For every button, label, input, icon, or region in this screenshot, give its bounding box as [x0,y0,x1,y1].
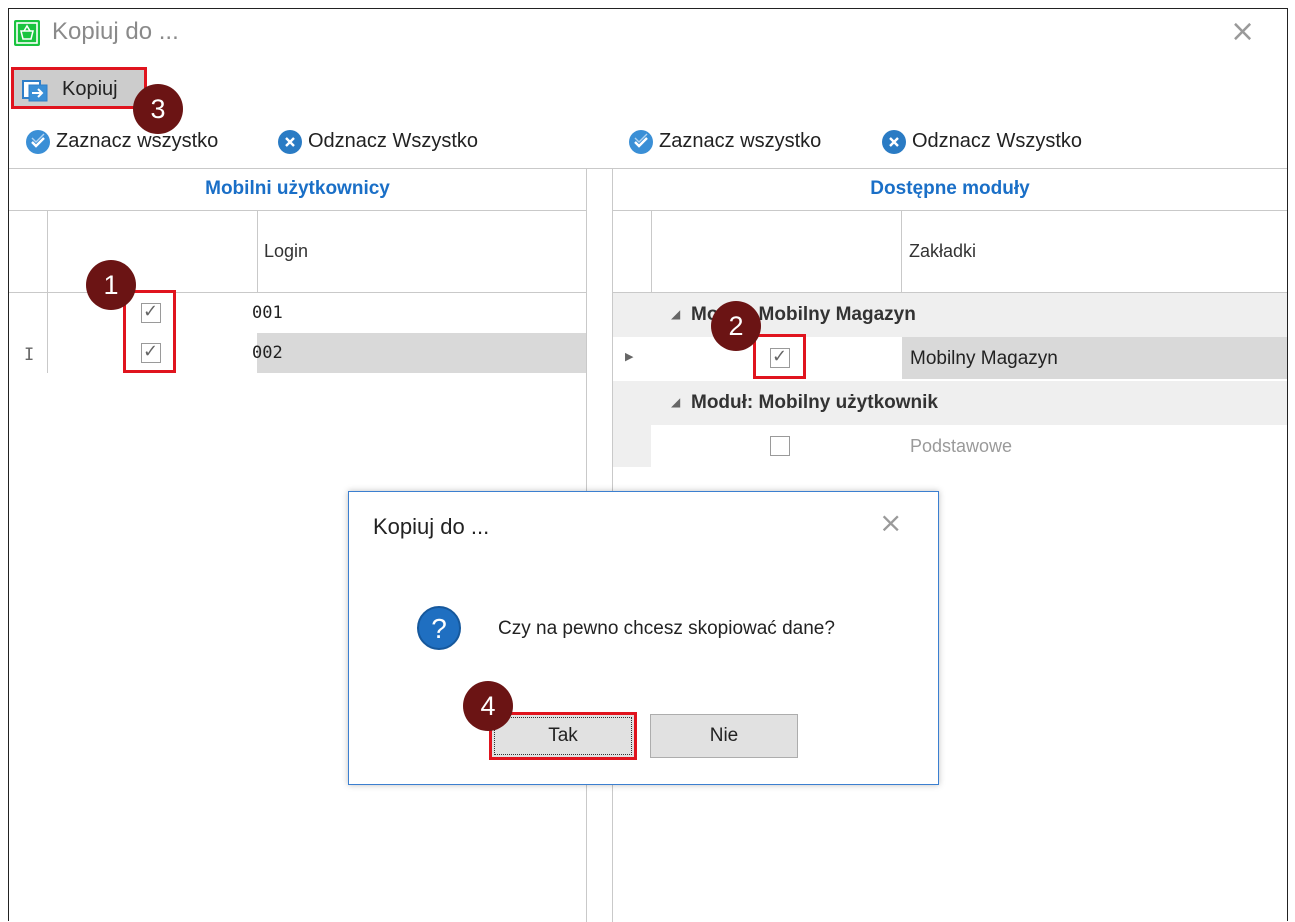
grid-divider [901,210,902,292]
check-circle-icon [629,129,653,154]
highlight-box-module [753,334,806,379]
question-icon: ? [416,605,462,651]
copy-to-icon [22,78,48,102]
module-name: Mobilny Magazyn [910,348,1058,369]
list-item[interactable]: ▶ ✓ Mobilny Magazyn [613,337,1287,379]
title-bar: Kopiuj do ... × [10,10,1288,58]
step-badge-4: 4 [463,681,513,731]
right-deselect-all-button[interactable]: Odznacz Wszystko [882,127,1082,155]
x-circle-icon [278,129,302,154]
copy-button[interactable]: Kopiuj [11,67,147,109]
confirm-dialog: Kopiuj do ... × ? Czy na pewno chcesz sk… [348,491,939,785]
available-modules-header: Dostępne moduły [613,169,1287,211]
login-cell: 001 [252,303,283,323]
left-select-all-button[interactable]: Zaznacz wszystko [26,127,218,155]
svg-text:?: ? [431,613,447,644]
highlight-box-users [123,290,176,373]
dialog-title: Kopiuj do ... [373,514,490,539]
module-name: Podstawowe [910,436,1013,456]
dialog-message: Czy na pewno chcesz skopiować dane? [498,618,835,639]
right-select-all-button[interactable]: Zaznacz wszystko [629,127,821,155]
selected-cell-highlight [257,333,586,373]
basket-app-icon [14,20,40,46]
right-deselect-all-label: Odznacz Wszystko [912,130,1083,152]
module-checkbox[interactable] [770,436,790,456]
dialog-close-icon[interactable]: × [879,506,902,539]
copy-button-label: Kopiuj [62,78,118,100]
check-circle-icon [26,129,50,154]
row-pointer-icon: ▶ [625,351,634,363]
left-deselect-all-button[interactable]: Odznacz Wszystko [278,127,478,155]
window-title: Kopiuj do ... [52,18,179,45]
group-title: Moduł: Mobilny użytkownik [691,392,938,413]
step-badge-3: 3 [133,84,183,134]
login-cell: 002 [252,343,283,363]
login-column-header[interactable]: Login [264,241,308,262]
tabs-column-header[interactable]: Zakładki [909,241,976,262]
step-badge-1: 1 [86,260,136,310]
list-item[interactable]: Podstawowe [613,425,1287,467]
collapse-triangle-icon[interactable]: ◢ [671,395,680,409]
grid-divider [47,210,48,292]
left-deselect-all-label: Odznacz Wszystko [308,130,479,152]
mobile-users-header: Mobilni użytkownicy [9,169,586,211]
collapse-triangle-icon[interactable]: ◢ [671,307,680,321]
grid-divider [651,210,652,292]
row-cursor-indicator: I [24,345,35,365]
group-row[interactable]: ◢ Moduł: Mobilny użytkownik [613,381,1287,425]
indicator-cell [613,425,651,467]
x-circle-icon [882,129,906,154]
step-badge-2: 2 [711,301,761,351]
right-select-all-label: Zaznacz wszystko [659,130,822,152]
yes-button[interactable]: Tak [489,712,637,760]
left-select-all-label: Zaznacz wszystko [56,130,219,152]
no-button[interactable]: Nie [650,714,798,758]
grid-divider [257,210,258,292]
close-icon[interactable]: × [1230,14,1255,49]
